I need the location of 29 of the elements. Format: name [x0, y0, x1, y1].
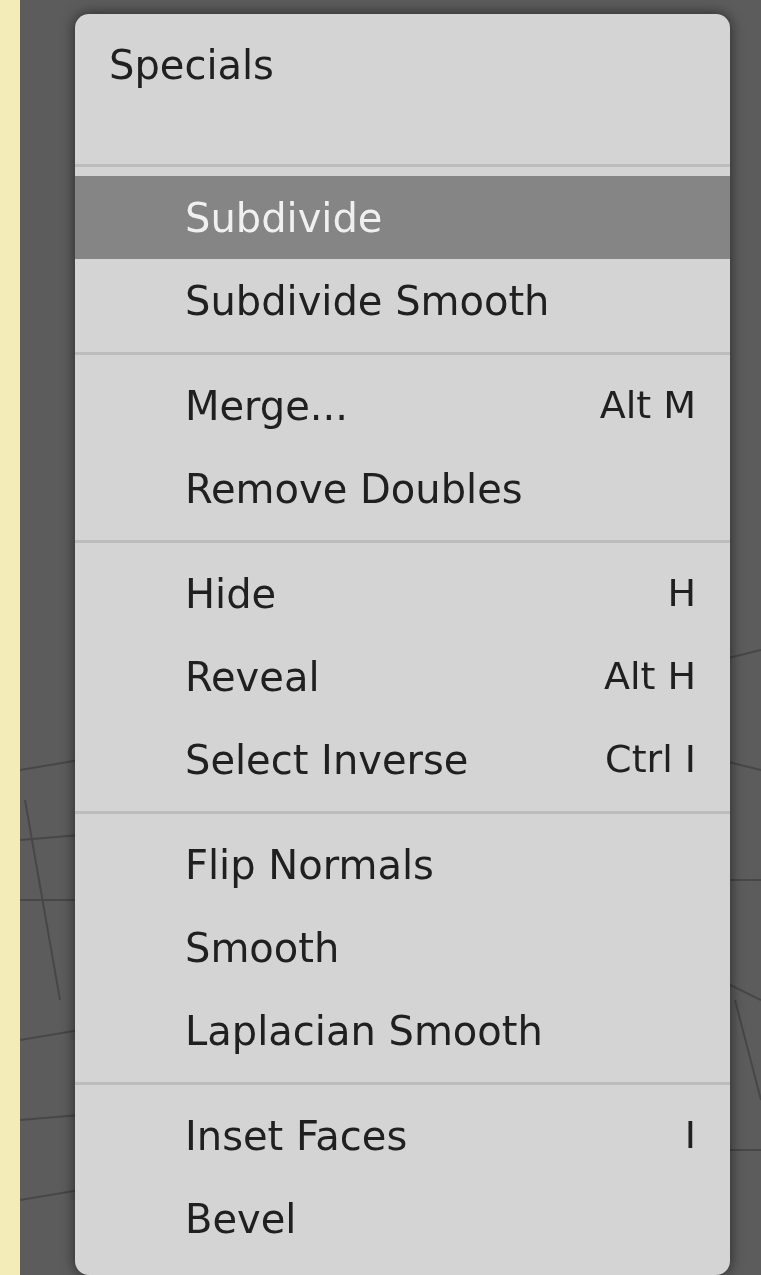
item-label: Subdivide [185, 193, 384, 243]
menu-item[interactable]: Remove Doubles [75, 447, 730, 530]
menu-title: Specials [109, 42, 274, 88]
menu-item[interactable]: Hide H [75, 552, 730, 635]
menu-item[interactable]: Select Inverse Ctrl I [75, 718, 730, 801]
item-label: Hide [185, 569, 278, 619]
item-label: Reveal [185, 652, 321, 702]
item-label: Remove Doubles [185, 464, 524, 514]
item-label: Laplacian Smooth [185, 1006, 544, 1056]
menu-item[interactable]: Flip Normals [75, 823, 730, 906]
shortcut-label: H [667, 570, 696, 617]
item-label: Inset Faces [185, 1111, 409, 1161]
item-label: Smooth [185, 923, 341, 973]
menu-item[interactable]: Merge... Alt M [75, 364, 730, 447]
shortcut-label: Alt M [599, 382, 696, 429]
item-label: Merge... [185, 381, 349, 431]
item-label: Select Inverse [185, 735, 470, 785]
menu-item[interactable]: Laplacian Smooth [75, 989, 730, 1072]
menu-item[interactable]: Subdivide Smooth [75, 259, 730, 342]
item-label: Bevel [185, 1194, 298, 1244]
item-label: Subdivide Smooth [185, 276, 551, 326]
shortcut-label: Ctrl I [605, 736, 696, 783]
menu-item[interactable]: Bevel [75, 1177, 730, 1260]
item-label: Flip Normals [185, 840, 435, 890]
menu-item[interactable]: Reveal Alt H [75, 635, 730, 718]
menu-item[interactable]: Inset Faces I [75, 1094, 730, 1177]
shortcut-label: I [684, 1112, 696, 1159]
menu-item[interactable]: Smooth [75, 906, 730, 989]
shortcut-label: Alt H [603, 653, 696, 700]
